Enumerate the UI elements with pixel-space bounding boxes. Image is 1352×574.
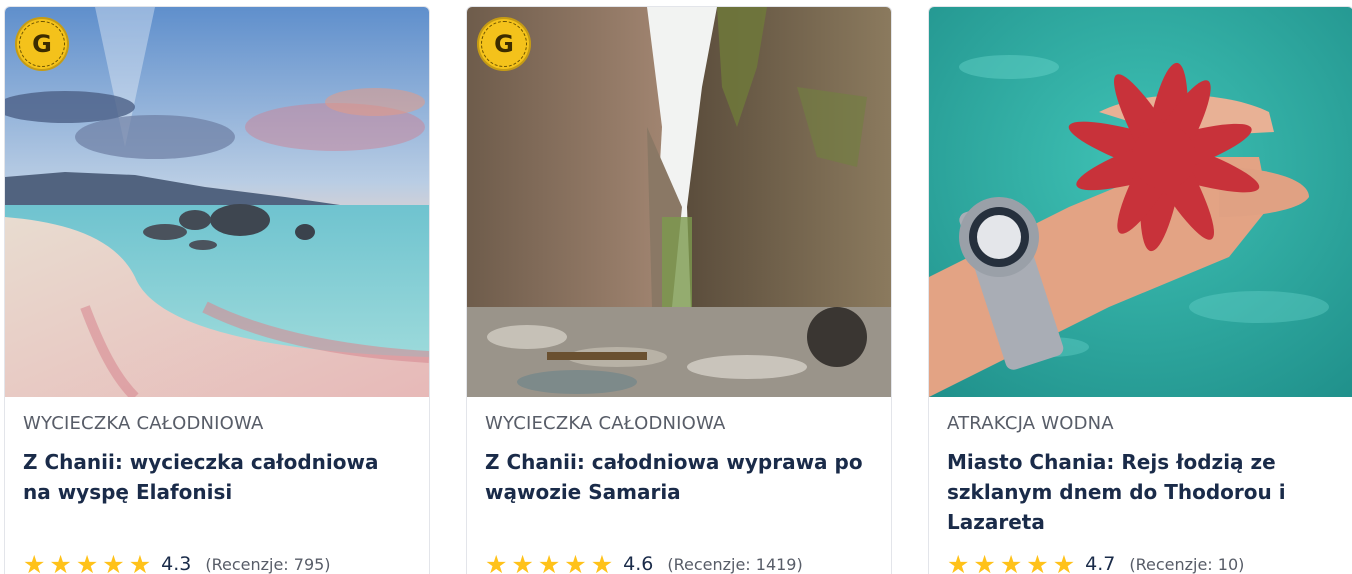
review-count: (Recenzje: 1419) [667, 554, 803, 574]
star-icon: ★ [23, 549, 46, 574]
star-icon: ★ [102, 549, 125, 574]
rating-row: ★ ★ ★ ★ ★ 4.3 (Recenzje: 795) [23, 551, 411, 574]
beach-photo [5, 7, 429, 397]
star-icon: ★ [537, 549, 561, 574]
card-image-beach[interactable]: G [5, 7, 429, 397]
guide-badge-icon: G [15, 17, 69, 71]
card-image-starfish[interactable] [929, 7, 1352, 397]
star-icon: ★ [590, 549, 614, 574]
star-icon: ★ [49, 549, 72, 574]
star-icon: ★ [75, 549, 99, 574]
star-icon: ★ [564, 549, 587, 574]
rating-score: 4.3 [161, 553, 192, 574]
star-icon: ★ [947, 549, 970, 574]
gorge-photo [467, 7, 891, 397]
star-rating: ★ ★ ★ ★ ★ [23, 552, 151, 574]
review-count: (Recenzje: 795) [205, 554, 331, 574]
star-icon: ★ [973, 549, 996, 574]
card-title[interactable]: Z Chanii: całodniowa wyprawa po wąwozie … [485, 447, 873, 537]
star-icon: ★ [1026, 549, 1049, 574]
activity-card-samaria[interactable]: G WYCIECZKA CAŁODNIOWA Z Chanii: całodni… [466, 6, 892, 574]
star-icon: ★ [1052, 549, 1076, 574]
card-category: WYCIECZKA CAŁODNIOWA [485, 413, 726, 434]
card-category: WYCIECZKA CAŁODNIOWA [23, 413, 264, 434]
rating-row: ★ ★ ★ ★ ★ 4.6 (Recenzje: 1419) [485, 551, 873, 574]
card-image-gorge[interactable]: G [467, 7, 891, 397]
activity-cards-row: G WYCIECZKA CAŁODNIOWA Z Chanii: wyciecz… [0, 0, 1352, 574]
rating-score: 4.7 [1085, 553, 1116, 574]
card-title[interactable]: Z Chanii: wycieczka całodniowa na wyspę … [23, 447, 411, 537]
rating-score: 4.6 [623, 553, 654, 574]
activity-card-elafonisi[interactable]: G WYCIECZKA CAŁODNIOWA Z Chanii: wyciecz… [4, 6, 430, 574]
star-rating: ★ ★ ★ ★ ★ [485, 552, 613, 574]
activity-card-glass-bottom-boat[interactable]: ATRAKCJA WODNA Miasto Chania: Rejs łodzi… [928, 6, 1352, 574]
star-icon: ★ [511, 549, 534, 574]
star-icon: ★ [485, 549, 508, 574]
card-title[interactable]: Miasto Chania: Rejs łodzią ze szklanym d… [947, 447, 1335, 537]
rating-row: ★ ★ ★ ★ ★ 4.7 (Recenzje: 10) [947, 551, 1335, 574]
guide-badge-icon: G [477, 17, 531, 71]
starfish-photo [929, 7, 1352, 397]
star-icon: ★ [128, 549, 152, 574]
review-count: (Recenzje: 10) [1129, 554, 1245, 574]
card-category: ATRAKCJA WODNA [947, 413, 1114, 434]
star-icon: ★ [999, 549, 1023, 574]
star-rating: ★ ★ ★ ★ ★ [947, 552, 1075, 574]
